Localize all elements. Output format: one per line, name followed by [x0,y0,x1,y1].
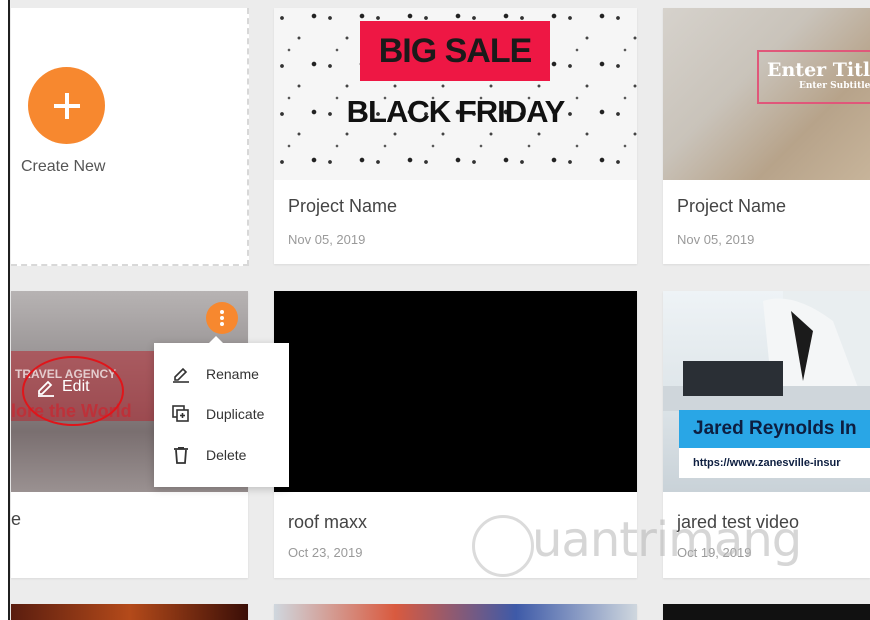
thumbnail-title: Enter Title [767,59,870,81]
project-date: Oct 19, 2019 [677,545,752,560]
project-card[interactable]: roof maxx Oct 23, 2019 [274,291,637,578]
menu-item-delete[interactable]: Delete [172,446,246,464]
project-card[interactable]: Enter Title Enter Subtitle Project Name … [663,8,870,264]
project-date: Nov 05, 2019 [677,232,755,247]
more-options-button[interactable] [206,302,238,334]
thumbnail-tagline: lore the World [11,401,132,421]
window-left-edge [0,0,10,620]
thumbnail-banner: BIG SALE [360,21,550,81]
menu-item-label: Duplicate [206,406,265,422]
pencil-icon [173,367,189,383]
edit-label: Edit [62,378,90,395]
project-title[interactable]: Project Name [677,196,786,217]
edit-button[interactable]: Edit [36,377,90,397]
project-card[interactable] [274,604,637,620]
watermark-logo [472,515,534,577]
project-date: Nov 05, 2019 [288,232,366,247]
project-thumbnail[interactable]: BIG SALE BLACK FRIDAY [274,8,637,180]
create-new-button[interactable] [28,67,105,144]
project-card[interactable] [663,604,870,620]
thumbnail-subtitle: BLACK FRIDAY [346,94,566,129]
project-thumbnail[interactable]: Enter Title Enter Subtitle [663,8,870,180]
plus-icon [53,92,80,119]
project-title[interactable]: e [11,509,21,530]
trash-icon [174,447,188,464]
menu-item-rename[interactable]: Rename [172,365,259,383]
thumbnail-url: https://www.zanesville-insur [679,448,870,478]
context-menu: Rename Duplicate Delete [154,336,289,487]
duplicate-icon [172,405,189,422]
create-new-label: Create New [21,158,106,175]
thumbnail-subtitle: Enter Subtitle [799,81,870,91]
thumbnail-name: Jared Reynolds In [679,410,870,448]
project-card[interactable]: Jared Reynolds In https://www.zanesville… [663,291,870,578]
thumbnail-title-frame: Enter Title Enter Subtitle [757,50,870,104]
pencil-icon [38,380,54,397]
project-card[interactable] [11,604,248,620]
project-thumbnail[interactable]: Jared Reynolds In https://www.zanesville… [663,291,870,492]
menu-item-duplicate[interactable]: Duplicate [172,405,264,423]
kebab-icon [220,310,224,326]
project-title[interactable]: jared test video [677,512,799,533]
create-new-card[interactable]: Create New [11,8,249,266]
office-photo [663,291,870,411]
menu-item-label: Rename [206,366,259,382]
project-date: Oct 23, 2019 [288,545,363,560]
project-thumbnail[interactable] [274,291,637,492]
project-title[interactable]: roof maxx [288,512,367,533]
project-title[interactable]: Project Name [288,196,397,217]
project-card[interactable]: BIG SALE BLACK FRIDAY Project Name Nov 0… [274,8,637,264]
menu-item-label: Delete [206,447,247,463]
